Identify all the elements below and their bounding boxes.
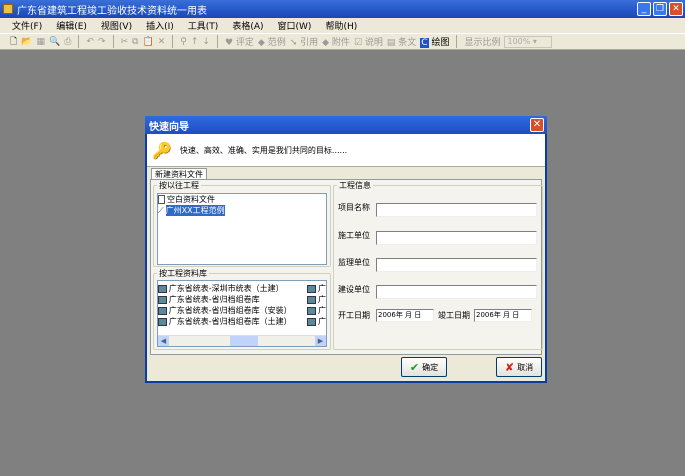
paste-icon[interactable]: 📋 xyxy=(142,37,153,47)
menu-help[interactable]: 帮助(H) xyxy=(325,19,357,32)
x-icon: ✘ xyxy=(504,360,515,374)
project-info-legend: 工程信息 xyxy=(339,181,371,190)
start-date-input[interactable]: 2006年 月 日 xyxy=(376,309,434,322)
up-arrow-icon[interactable]: ↑ xyxy=(191,37,199,47)
divider xyxy=(456,35,458,48)
evaluate-button[interactable]: ♥ 评定 xyxy=(225,35,254,48)
cancel-button[interactable]: ✘ 取消 xyxy=(496,357,542,377)
owner-input[interactable] xyxy=(376,285,537,299)
zoom-label: 显示比例 xyxy=(464,38,501,48)
blank-file-icon xyxy=(158,195,165,204)
contractor-input[interactable] xyxy=(376,231,537,245)
menu-edit[interactable]: 编辑(E) xyxy=(56,19,87,32)
minimize-button[interactable]: _ xyxy=(637,2,651,16)
undo-icon[interactable]: ↶ xyxy=(86,37,94,47)
divider xyxy=(78,35,80,48)
restore-button[interactable]: ❐ xyxy=(653,2,667,16)
explanation-button[interactable]: ☑ 说明 xyxy=(354,35,383,48)
library-legend: 按工程资料库 xyxy=(159,269,207,278)
supervisor-label: 监理单位 xyxy=(338,257,370,267)
dialog-title: 快速向导 xyxy=(145,116,547,134)
supervisor-input[interactable] xyxy=(376,258,537,272)
wizard-keys-icon: 🔑 xyxy=(152,140,172,160)
cut-icon[interactable]: ✂ xyxy=(121,37,129,47)
attachment-button[interactable]: ◆ 附件 xyxy=(322,35,350,48)
banner-text: 快速、高效、准确、实用是我们共同的目标...... xyxy=(179,145,348,155)
delete-icon[interactable]: ✕ xyxy=(158,37,166,47)
ok-button[interactable]: ✔ 确定 xyxy=(401,357,447,377)
example-button[interactable]: ◆ 范例 xyxy=(258,35,286,48)
save-icon[interactable]: ▦ xyxy=(36,37,45,47)
start-date-label: 开工日期 xyxy=(338,311,370,320)
divider xyxy=(112,35,114,48)
find-icon[interactable]: ⚲ xyxy=(180,37,187,47)
new-icon[interactable]: 🗋 xyxy=(10,34,17,50)
database-icon xyxy=(158,306,167,315)
check-icon: ✔ xyxy=(409,360,420,374)
clause-button[interactable]: ▤ 条文 xyxy=(387,35,416,48)
dialog-close-button[interactable]: ✕ xyxy=(530,118,544,132)
print-icon[interactable]: ⎙ xyxy=(64,37,71,47)
zoom-select[interactable]: 100% ▾ xyxy=(504,35,553,48)
database-icon xyxy=(158,317,167,326)
menu-window[interactable]: 窗口(W) xyxy=(278,19,312,32)
menu-view[interactable]: 视图(V) xyxy=(101,19,132,32)
scroll-thumb[interactable] xyxy=(230,336,258,346)
past-project-legend: 按以往工程 xyxy=(159,181,199,190)
open-icon[interactable]: 📂 xyxy=(21,37,32,47)
preview-icon[interactable]: 🔍 xyxy=(49,37,60,47)
past-project-list[interactable]: 空白资料文件 ⟋ 广州XX工程范例 xyxy=(157,193,327,265)
tool-icon: ⟋ xyxy=(158,205,164,215)
close-button[interactable]: ✕ xyxy=(669,2,683,16)
redo-icon[interactable]: ↷ xyxy=(98,37,106,47)
database-icon xyxy=(158,284,167,293)
drawing-button[interactable]: C 绘图 xyxy=(420,35,449,48)
menu-tools[interactable]: 工具(T) xyxy=(188,19,219,32)
scroll-right-icon[interactable]: ▶ xyxy=(315,336,326,346)
menu-file[interactable]: 文件(F) xyxy=(12,19,42,32)
list-item[interactable]: 广东省统表-省归档组卷库（土建）广 xyxy=(158,316,326,327)
menu-table[interactable]: 表格(A) xyxy=(232,19,263,32)
library-list[interactable]: 广东省统表-深圳市统表（土建）广 广东省统表-省归档组卷库广 广东省统表-省归档… xyxy=(157,280,327,347)
menu-insert[interactable]: 插入(I) xyxy=(146,19,174,32)
divider xyxy=(216,35,218,48)
horizontal-scrollbar[interactable]: ◀ ▶ xyxy=(158,335,326,346)
down-arrow-icon[interactable]: ↓ xyxy=(202,37,210,47)
end-date-label: 竣工日期 xyxy=(438,311,470,320)
list-item[interactable]: ⟋ 广州XX工程范例 xyxy=(158,205,326,216)
project-info-group: 工程信息 项目名称 施工单位 监理单位 建设单位 开工日期 2006年 月 日 … xyxy=(333,180,543,350)
project-name-label: 项目名称 xyxy=(338,202,370,212)
database-icon xyxy=(158,295,167,304)
app-title-bar: 广东省建筑工程竣工验收技术资料统一用表 _ ❐ ✕ xyxy=(0,0,685,18)
list-item[interactable]: 广东省统表-省归档组卷库（安装）广 xyxy=(158,305,326,316)
past-project-group: 按以往工程 空白资料文件 ⟋ 广州XX工程范例 xyxy=(153,180,331,267)
owner-label: 建设单位 xyxy=(338,284,370,294)
contractor-label: 施工单位 xyxy=(338,230,370,240)
end-date-input[interactable]: 2006年 月 日 xyxy=(474,309,532,322)
copy-icon[interactable]: ⧉ xyxy=(132,37,138,47)
menu-bar: 文件(F) 编辑(E) 视图(V) 插入(I) 工具(T) 表格(A) 窗口(W… xyxy=(0,18,685,33)
tab-panel: 按以往工程 空白资料文件 ⟋ 广州XX工程范例 按工程资料库 广东省统表-深圳市统… xyxy=(150,179,543,355)
list-item[interactable]: 空白资料文件 xyxy=(158,194,326,205)
list-item[interactable]: 广东省统表-深圳市统表（土建）广 xyxy=(158,283,326,294)
quick-wizard-dialog: 快速向导 ✕ 🔑 快速、高效、准确、实用是我们共同的目标...... 新建资料文… xyxy=(145,116,547,383)
app-title: 广东省建筑工程竣工验收技术资料统一用表 xyxy=(17,5,207,17)
toolbar: 🗋 📂 ▦ 🔍 ⎙ ↶ ↷ ✂ ⧉ 📋 ✕ ⚲ ↑ ↓ ♥ 评定 ◆ 范例 ➘ … xyxy=(0,33,685,50)
scroll-left-icon[interactable]: ◀ xyxy=(158,336,169,346)
app-icon xyxy=(3,4,13,14)
library-group: 按工程资料库 广东省统表-深圳市统表（土建）广 广东省统表-省归档组卷库广 广东… xyxy=(153,268,331,350)
divider xyxy=(172,35,174,48)
list-item[interactable]: 广东省统表-省归档组卷库广 xyxy=(158,294,326,305)
reference-button[interactable]: ➘ 引用 xyxy=(290,35,318,48)
project-name-input[interactable] xyxy=(376,203,537,217)
dialog-banner: 🔑 快速、高效、准确、实用是我们共同的目标...... xyxy=(147,134,545,167)
